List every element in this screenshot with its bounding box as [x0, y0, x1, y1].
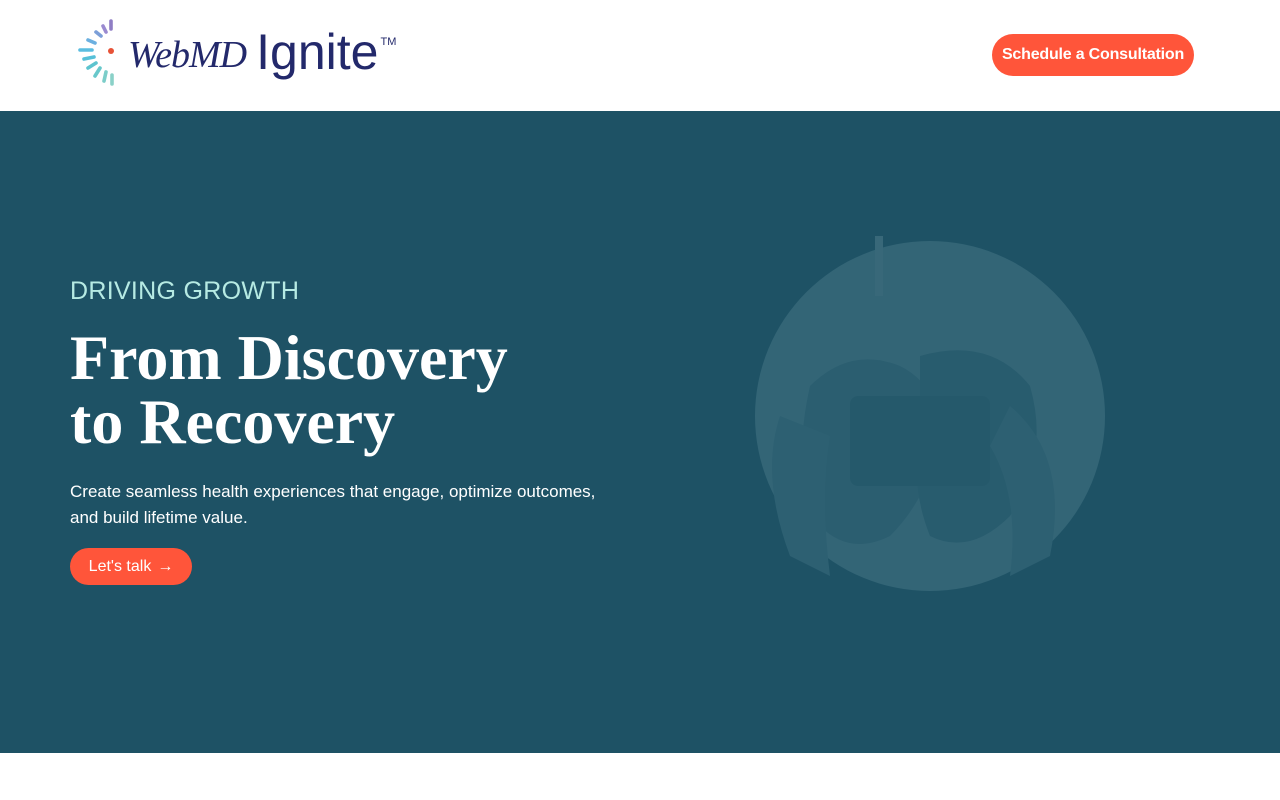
logo-webmd-text: WebMD	[128, 34, 247, 76]
schedule-consultation-button[interactable]: Schedule a Consultation	[992, 34, 1194, 76]
lets-talk-label: Let's talk	[88, 557, 152, 575]
hero-subtext-line-1: Create seamless health experiences that …	[70, 482, 596, 501]
lets-talk-button[interactable]: Let's talk →	[70, 548, 192, 585]
logo-trademark: TM	[380, 36, 397, 48]
logo-ignite-word: Ignite	[256, 24, 379, 80]
hero-headline: From Discovery to Recovery	[70, 326, 630, 454]
hero-headline-line-2: to Recovery	[70, 386, 396, 457]
hands-holding-tablet-illustration	[755, 236, 1105, 591]
ignite-burst-icon	[78, 19, 114, 86]
page-bottom-strip	[0, 753, 1280, 800]
arrow-right-icon: →	[157, 557, 174, 575]
logo-ignite-text: Ignite	[256, 27, 378, 77]
logo-wordmark: WebMD Ignite TM	[128, 16, 396, 88]
hero-headline-line-1: From Discovery	[70, 322, 508, 393]
webmd-ignite-logo[interactable]: WebMD Ignite TM	[76, 16, 398, 88]
hero-subtext-line-2: and build lifetime value.	[70, 508, 248, 527]
hero-eyebrow: DRIVING GROWTH	[70, 277, 300, 305]
site-header: WebMD Ignite TM Schedule a Consultation	[0, 0, 1280, 111]
hero-section: DRIVING GROWTH From Discovery to Recover…	[0, 111, 1280, 753]
hero-subtext: Create seamless health experiences that …	[70, 479, 630, 531]
